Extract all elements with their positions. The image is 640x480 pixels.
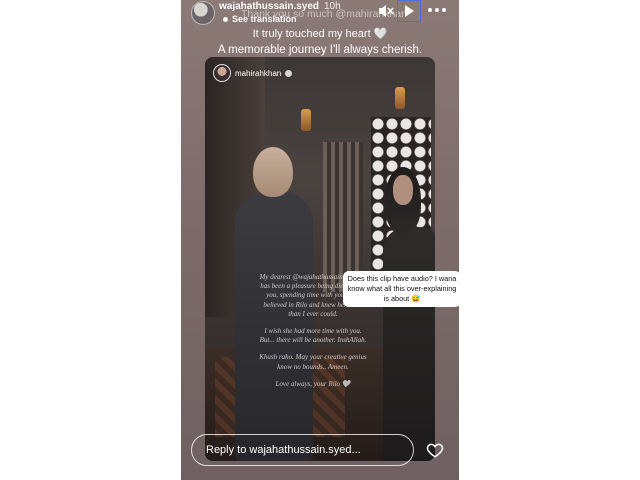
- see-translation-link[interactable]: See translation: [223, 14, 297, 24]
- woman-figure: [383, 227, 435, 461]
- post-time: 10h: [324, 1, 341, 12]
- story-header: Thank you so much @mahirahkhan wajahathu…: [181, 0, 459, 28]
- reply-input[interactable]: Reply to wajahathussain.syed...: [191, 434, 414, 466]
- username[interactable]: wajahathussain.syed: [219, 1, 319, 12]
- woman-face: [393, 175, 413, 205]
- caption-line: A memorable journey I'll always cherish.: [217, 44, 423, 56]
- verified-icon: [285, 69, 293, 77]
- mute-icon[interactable]: [377, 2, 395, 20]
- avatar[interactable]: [191, 1, 215, 25]
- letter-paragraph: Khush raho. May your creative genius kno…: [259, 353, 367, 371]
- lamp: [301, 109, 311, 131]
- lamp: [395, 87, 405, 109]
- reel-username: mahirahkhan: [235, 68, 282, 78]
- shared-reel[interactable]: mahirahkhan My dearest @wajahathussain.s…: [205, 57, 435, 461]
- story-viewer: Thank you so much @mahirahkhan wajahathu…: [181, 0, 459, 480]
- play-icon: [405, 5, 414, 17]
- heart-icon[interactable]: [426, 441, 444, 459]
- reel-author[interactable]: mahirahkhan: [213, 64, 293, 82]
- comment-bubble: Does this clip have audio? I wana know w…: [343, 271, 459, 307]
- caption-line: It truly touched my heart 🤍: [252, 28, 388, 40]
- play-button[interactable]: [397, 0, 421, 22]
- reel-avatar: [213, 64, 231, 82]
- more-icon[interactable]: [427, 4, 447, 16]
- letter-paragraph: I wish she had more time with you. But..…: [259, 327, 367, 345]
- see-translation-label: See translation: [232, 14, 297, 24]
- man-head: [253, 147, 293, 197]
- wooden-screen: [323, 142, 363, 292]
- translate-dot-icon: [223, 16, 228, 22]
- letter-paragraph: Love always, your Rilo 🤍: [275, 379, 351, 388]
